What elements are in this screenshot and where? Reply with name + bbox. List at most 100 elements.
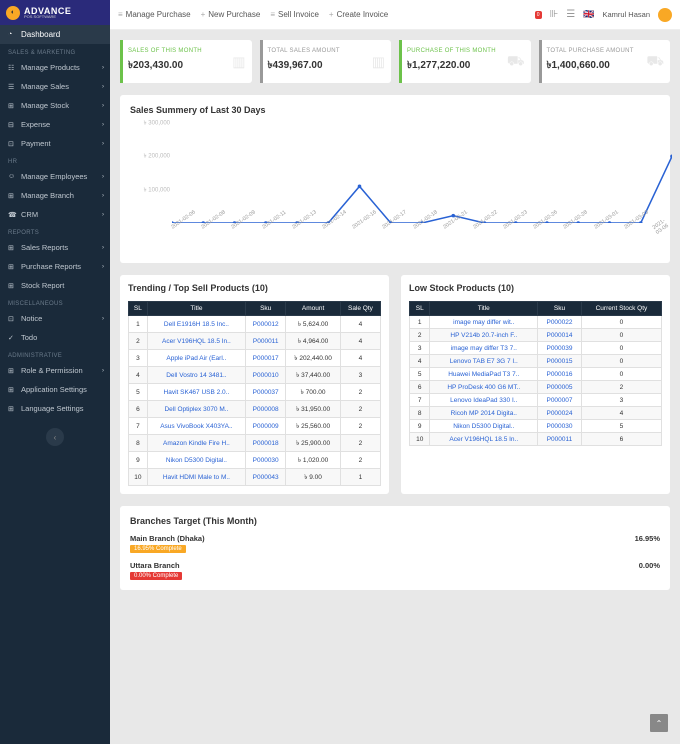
table-cell[interactable]: Amazon Kindle Fire H..	[147, 435, 245, 452]
table-row: 8Ricoh MP 2014 Digita..P0000244	[410, 407, 662, 420]
table-cell[interactable]: P000014	[538, 329, 582, 342]
card-value: ৳439,967.00	[268, 58, 384, 75]
table-cell[interactable]: Huawei MediaPad T3 7..	[430, 368, 538, 381]
sidebar-item[interactable]: ⊞Language Settings	[0, 399, 110, 418]
sidebar-item-label: Sales Reports	[21, 243, 68, 252]
card-label: SALES OF THIS MONTH	[128, 48, 244, 54]
table-cell[interactable]: Apple iPad Air (Earl..	[147, 350, 245, 367]
collapse-sidebar-button[interactable]: ‹	[46, 428, 64, 446]
table-cell: 4	[129, 367, 148, 384]
list-icon[interactable]: ☰	[566, 9, 575, 20]
chevron-right-icon: ›	[102, 368, 104, 374]
table-cell[interactable]: HP V214b 20.7-inch F..	[430, 329, 538, 342]
logo[interactable]: ◐ ADVANCE POS SOFTWARE	[0, 0, 110, 25]
table-header: Sku	[538, 302, 582, 316]
table-cell: 6	[129, 401, 148, 418]
panel-title: Sales Summery of Last 30 Days	[130, 105, 660, 115]
table-cell[interactable]: P000015	[538, 355, 582, 368]
table-cell[interactable]: Ricoh MP 2014 Digita..	[430, 407, 538, 420]
table-row: 3Apple iPad Air (Earl..P000017৳ 202,440.…	[129, 350, 381, 367]
table-cell[interactable]: P000010	[246, 367, 286, 384]
table-cell[interactable]: P000016	[538, 368, 582, 381]
table-cell[interactable]: P000011	[538, 433, 582, 446]
user-name[interactable]: Kamrul Hasan	[602, 10, 650, 19]
nav-icon: ⊞	[8, 282, 16, 290]
table-cell[interactable]: Dell Vostro 14 3481..	[147, 367, 245, 384]
table-cell[interactable]: image may differ T3 7..	[430, 342, 538, 355]
table-cell[interactable]: P000018	[246, 435, 286, 452]
table-cell[interactable]: P000037	[246, 384, 286, 401]
table-cell[interactable]: Acer V196HQL 18.5 In..	[147, 333, 245, 350]
chevron-right-icon: ›	[102, 65, 104, 71]
sidebar-item[interactable]: ⊞Manage Stock›	[0, 96, 110, 115]
chevron-right-icon: ›	[102, 212, 104, 218]
topbar-link[interactable]: ≡Sell Invoice	[270, 10, 319, 19]
table-cell[interactable]: Dell Optiplex 3070 M..	[147, 401, 245, 418]
table-cell[interactable]: P000008	[246, 401, 286, 418]
table-cell[interactable]: P000012	[246, 316, 286, 333]
sidebar-item[interactable]: ⊞Application Settings	[0, 380, 110, 399]
table-cell[interactable]: P000022	[538, 316, 582, 329]
table-row: 9Nikon D5300 Digital..P0000305	[410, 420, 662, 433]
table-cell[interactable]: Nikon D5300 Digital..	[147, 452, 245, 469]
topbar-link[interactable]: ≡Manage Purchase	[118, 10, 191, 19]
table-cell[interactable]: image may differ wit..	[430, 316, 538, 329]
sidebar-item[interactable]: ⊞Sales Reports›	[0, 238, 110, 257]
table-cell[interactable]: Lenovo TAB E7 3G 7 I..	[430, 355, 538, 368]
sidebar-item[interactable]: ✓Todo	[0, 328, 110, 347]
chevron-right-icon: ›	[102, 193, 104, 199]
table-cell[interactable]: P000005	[538, 381, 582, 394]
table-cell[interactable]: Dell E1916H 18.5 Inc..	[147, 316, 245, 333]
table-header: Amount	[286, 302, 341, 316]
table-cell[interactable]: P000024	[538, 407, 582, 420]
table-cell[interactable]: P000030	[246, 452, 286, 469]
table-row: 10Havit HDMI Male to M..P000043৳ 9.001	[129, 469, 381, 486]
nav-icon: ☺	[8, 173, 16, 180]
sidebar-item[interactable]: ⊞Purchase Reports›	[0, 257, 110, 276]
language-flag[interactable]: 🇬🇧	[583, 9, 594, 20]
table-row: 7Asus VivoBook X403YA..P000009৳ 25,560.0…	[129, 418, 381, 435]
table-cell[interactable]: Acer V196HQL 18.5 In..	[430, 433, 538, 446]
notif-badge[interactable]: 0	[535, 11, 542, 19]
y-tick: ৳ 200,000	[144, 151, 170, 162]
table-row: 2HP V214b 20.7-inch F..P0000140	[410, 329, 662, 342]
sidebar-item[interactable]: ⊞Stock Report	[0, 276, 110, 295]
bar-icon: ▥	[232, 53, 245, 70]
table-cell[interactable]: P000011	[246, 333, 286, 350]
table-row: 7Lenovo IdeaPad 330 I..P0000073	[410, 394, 662, 407]
table-cell[interactable]: Havit HDMI Male to M..	[147, 469, 245, 486]
sidebar-item[interactable]: ☷Manage Products›	[0, 58, 110, 77]
sidebar-item[interactable]: ⊞Role & Permission›	[0, 361, 110, 380]
table-cell[interactable]: Asus VivoBook X403YA..	[147, 418, 245, 435]
table-cell[interactable]: Nikon D5300 Digital..	[430, 420, 538, 433]
table-cell[interactable]: P000043	[246, 469, 286, 486]
sidebar-item[interactable]: ⊟Expense›	[0, 115, 110, 134]
sidebar-item[interactable]: ☺Manage Employees›	[0, 167, 110, 186]
sidebar-item[interactable]: ⊡Payment›	[0, 134, 110, 153]
sidebar-item[interactable]: ⊞Manage Branch›	[0, 186, 110, 205]
topbar-link-label: New Purchase	[208, 10, 260, 19]
topbar-link[interactable]: +Create Invoice	[329, 10, 388, 19]
y-tick: ৳ 100,000	[144, 184, 170, 195]
table-cell[interactable]: P000009	[246, 418, 286, 435]
sidebar-item[interactable]: ☎CRM›	[0, 205, 110, 224]
sidebar-item[interactable]: ⊡Notice›	[0, 309, 110, 328]
panel-title: Branches Target (This Month)	[130, 516, 660, 526]
scroll-top-button[interactable]: ⌃	[650, 714, 668, 732]
card-value: ৳1,400,660.00	[547, 58, 663, 75]
avatar[interactable]	[658, 8, 672, 22]
sidebar-item[interactable]: ☰Manage Sales›	[0, 77, 110, 96]
barcode-icon[interactable]: ⊪	[550, 9, 559, 20]
table-cell: 0	[581, 342, 661, 355]
table-cell[interactable]: P000017	[246, 350, 286, 367]
table-cell[interactable]: Havit SK467 USB 2.0..	[147, 384, 245, 401]
table-cell[interactable]: P000039	[538, 342, 582, 355]
table-cell[interactable]: P000030	[538, 420, 582, 433]
card-value: ৳203,430.00	[128, 58, 244, 75]
nav-icon: ☎	[8, 211, 16, 219]
table-cell[interactable]: HP ProDesk 400 G6 MT..	[430, 381, 538, 394]
table-cell[interactable]: Lenovo IdeaPad 330 I..	[430, 394, 538, 407]
topbar-link[interactable]: +New Purchase	[201, 10, 261, 19]
table-cell[interactable]: P000007	[538, 394, 582, 407]
sidebar-dashboard[interactable]: ◔ Dashboard	[0, 25, 110, 44]
